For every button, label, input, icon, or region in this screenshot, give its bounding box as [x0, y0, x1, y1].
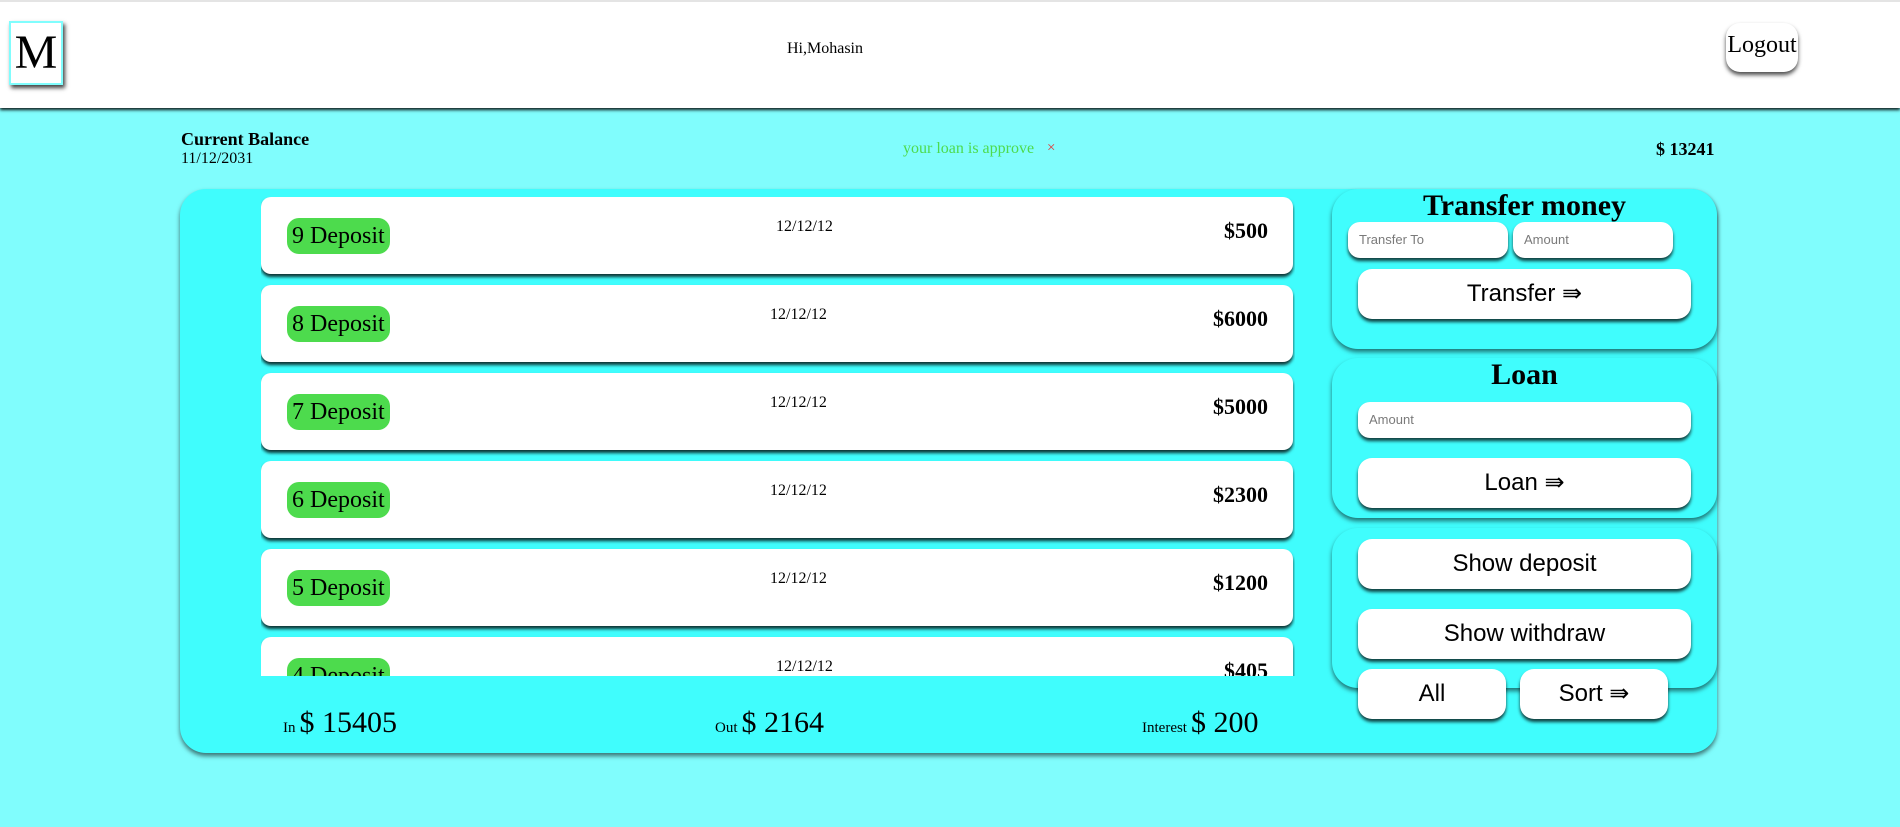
deposit-badge: 7 Deposit	[287, 394, 390, 430]
summary-interest-value: $ 200	[1190, 706, 1259, 739]
all-button[interactable]: All	[1358, 669, 1506, 719]
loan-title: Loan	[1491, 358, 1558, 391]
deposit-badge: 8 Deposit	[287, 306, 390, 342]
close-icon[interactable]: ×	[1047, 140, 1055, 157]
show-withdraw-button[interactable]: Show withdraw	[1358, 609, 1691, 659]
movements-list[interactable]: 9 Deposit 12/12/12 $500 8 Deposit 12/12/…	[261, 197, 1295, 676]
movement-row: 5 Deposit 12/12/12 $1200	[261, 549, 1293, 626]
movement-row: 9 Deposit 12/12/12 $500	[261, 197, 1293, 274]
movement-value: $405	[1224, 658, 1268, 676]
movement-value: $500	[1224, 218, 1268, 243]
loan-amount-input[interactable]: Amount	[1358, 402, 1691, 438]
transfer-amount-input[interactable]: Amount	[1513, 222, 1673, 258]
movement-value: $5000	[1213, 394, 1268, 419]
movement-row: 8 Deposit 12/12/12 $6000	[261, 285, 1293, 362]
movement-date: 12/12/12	[776, 218, 833, 235]
loan-button[interactable]: Loan ⇛	[1358, 458, 1691, 508]
movement-value: $2300	[1213, 482, 1268, 507]
transfer-card: Transfer money Transfer To Amount Transf…	[1332, 189, 1717, 349]
balance-title: Current Balance	[181, 129, 310, 149]
movement-date: 12/12/12	[770, 570, 827, 587]
movement-date: 12/12/12	[770, 394, 827, 411]
deposit-badge: 5 Deposit	[287, 570, 390, 606]
summary-in-label: In	[283, 720, 296, 736]
movement-row: 6 Deposit 12/12/12 $2300	[261, 461, 1293, 538]
movement-value: $6000	[1213, 306, 1268, 331]
summary-in-value: $ 15405	[299, 706, 398, 739]
transfer-to-input[interactable]: Transfer To	[1348, 222, 1508, 258]
deposit-badge: 4 Deposit	[287, 658, 390, 676]
transfer-title: Transfer money	[1422, 189, 1627, 222]
logout-button[interactable]: Logout	[1726, 23, 1798, 72]
balance-date: 11/12/2031	[181, 150, 254, 167]
summary-out: Out $ 2164	[715, 706, 824, 740]
movement-date: 12/12/12	[770, 306, 827, 323]
balance-amount: $ 13241	[1656, 139, 1715, 159]
movement-value: $1200	[1213, 570, 1268, 595]
loan-notice: your loan is approve	[903, 140, 1035, 157]
summary-in: In $ 15405	[283, 706, 397, 740]
loan-card: Loan Amount Loan ⇛	[1332, 358, 1717, 518]
movement-date: 12/12/12	[770, 482, 827, 499]
transfer-button[interactable]: Transfer ⇛	[1358, 269, 1691, 319]
show-deposit-button[interactable]: Show deposit	[1358, 539, 1691, 589]
summary-out-value: $ 2164	[741, 706, 825, 739]
summary-out-label: Out	[715, 720, 738, 736]
movement-row: 7 Deposit 12/12/12 $5000	[261, 373, 1293, 450]
greeting-text: Hi,Mohasin	[787, 40, 863, 57]
summary-interest-label: Interest	[1142, 720, 1187, 736]
logo: M	[9, 21, 63, 85]
top-bar: M Hi,Mohasin Logout	[0, 0, 1900, 108]
movement-date: 12/12/12	[776, 658, 833, 675]
summary-interest: Interest $ 200	[1142, 706, 1258, 740]
deposit-badge: 9 Deposit	[287, 218, 390, 254]
deposit-badge: 6 Deposit	[287, 482, 390, 518]
movement-row: 4 Deposit 12/12/12 $405	[261, 637, 1293, 676]
sort-button[interactable]: Sort ⇛	[1520, 669, 1668, 719]
